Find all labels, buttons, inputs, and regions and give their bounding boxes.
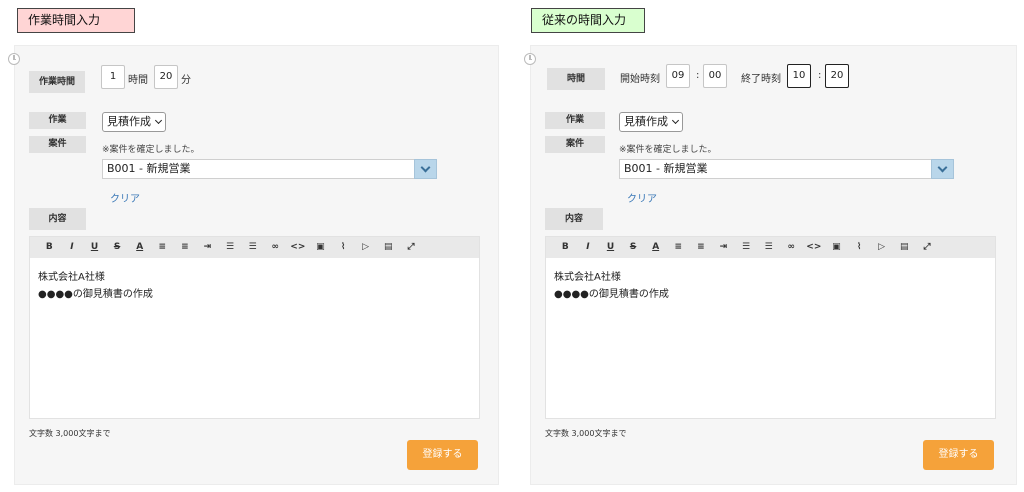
start-hour-input[interactable]: 09 xyxy=(666,64,690,88)
content-line: 株式会社A社様 xyxy=(38,272,105,283)
content-label: 内容 xyxy=(545,208,603,230)
bullet-list-icon[interactable]: ☰ xyxy=(219,237,242,258)
bullet-list-icon[interactable]: ☰ xyxy=(735,237,758,258)
italic-icon[interactable]: I xyxy=(61,237,84,258)
time-label: 時間 xyxy=(547,68,605,90)
align-left-icon[interactable]: ≡ xyxy=(667,237,690,258)
align-left-icon[interactable]: ≡ xyxy=(151,237,174,258)
chevron-down-icon[interactable] xyxy=(414,159,437,179)
underline-icon[interactable]: U xyxy=(599,237,622,258)
italic-icon[interactable]: I xyxy=(577,237,600,258)
left-panel: 作業時間 1 時間 20 分 作業 見積作成 案件 ※案件を確定しました。 B0… xyxy=(8,45,499,485)
content-editor[interactable]: B I U S A ≡ ≡ ⇥ ☰ ☰ ∞ <> ▣ ⌇ ▷ ▤ ⤢ 株式会社A社様 ●●●●の御見積書の作成 xyxy=(29,236,480,419)
chevron-down-icon xyxy=(154,116,163,125)
work-select[interactable]: 見積作成 xyxy=(102,112,166,132)
content-line: ●●●●の御見積書の作成 xyxy=(554,289,669,300)
attachment-icon[interactable]: ⌇ xyxy=(332,237,355,258)
document-icon[interactable]: ▤ xyxy=(893,237,916,258)
underline-icon[interactable]: U xyxy=(83,237,106,258)
work-time-label: 作業時間 xyxy=(29,71,85,93)
right-panel: 時間 開始時刻 09 : 00 終了時刻 10 : 20 作業 見積作成 案件 … xyxy=(524,45,1017,485)
strikethrough-icon[interactable]: S xyxy=(106,237,129,258)
case-note: ※案件を確定しました。 xyxy=(102,145,200,155)
case-combobox[interactable]: B001 - 新規営業 xyxy=(619,159,954,179)
minutes-unit: 分 xyxy=(181,75,191,86)
minutes-input[interactable]: 20 xyxy=(154,65,178,89)
left-caption: 作業時間入力 xyxy=(17,8,135,33)
start-time-label: 開始時刻 xyxy=(620,74,660,85)
case-label: 案件 xyxy=(29,136,86,153)
indent-icon[interactable]: ⇥ xyxy=(712,237,735,258)
editor-toolbar: B I U S A ≡ ≡ ⇥ ☰ ☰ ∞ <> ▣ ⌇ ▷ ▤ ⤢ xyxy=(30,237,479,258)
work-select-value: 見積作成 xyxy=(624,115,668,128)
case-note: ※案件を確定しました。 xyxy=(619,145,717,155)
chevron-down-icon xyxy=(671,116,680,125)
chevron-down-icon[interactable] xyxy=(931,159,954,179)
end-colon: : xyxy=(818,70,822,81)
indent-icon[interactable]: ⇥ xyxy=(196,237,219,258)
fullscreen-icon[interactable]: ⤢ xyxy=(916,237,939,258)
numbered-list-icon[interactable]: ☰ xyxy=(241,237,264,258)
clock-icon xyxy=(524,53,536,65)
case-value: B001 - 新規営業 xyxy=(624,162,708,175)
strikethrough-icon[interactable]: S xyxy=(622,237,645,258)
video-icon[interactable]: ▷ xyxy=(870,237,893,258)
link-icon[interactable]: ∞ xyxy=(264,237,287,258)
char-counter: 文字数 3,000文字まで xyxy=(29,429,111,438)
image-icon[interactable]: ▣ xyxy=(825,237,848,258)
code-icon[interactable]: <> xyxy=(803,237,826,258)
end-minute-input[interactable]: 20 xyxy=(825,64,849,88)
content-line: 株式会社A社様 xyxy=(554,272,621,283)
hours-unit: 時間 xyxy=(128,75,148,86)
content-editor[interactable]: B I U S A ≡ ≡ ⇥ ☰ ☰ ∞ <> ▣ ⌇ ▷ ▤ ⤢ 株式会社A社様 ●●●●の御見積書の作成 xyxy=(545,236,996,419)
document-icon[interactable]: ▤ xyxy=(377,237,400,258)
end-time-label: 終了時刻 xyxy=(741,74,781,85)
video-icon[interactable]: ▷ xyxy=(354,237,377,258)
clear-link[interactable]: クリア xyxy=(110,190,140,205)
hours-input[interactable]: 1 xyxy=(101,65,125,89)
end-hour-input[interactable]: 10 xyxy=(787,64,811,88)
char-counter: 文字数 3,000文字まで xyxy=(545,429,627,438)
clear-link[interactable]: クリア xyxy=(627,190,657,205)
case-combobox[interactable]: B001 - 新規営業 xyxy=(102,159,437,179)
case-label: 案件 xyxy=(545,136,605,153)
fullscreen-icon[interactable]: ⤢ xyxy=(400,237,423,258)
editor-content[interactable]: 株式会社A社様 ●●●●の御見積書の作成 xyxy=(554,269,669,303)
text-color-icon[interactable]: A xyxy=(128,237,151,258)
numbered-list-icon[interactable]: ☰ xyxy=(757,237,780,258)
bold-icon[interactable]: B xyxy=(554,237,577,258)
align-right-icon[interactable]: ≡ xyxy=(174,237,197,258)
work-label: 作業 xyxy=(29,112,86,129)
editor-content[interactable]: 株式会社A社様 ●●●●の御見積書の作成 xyxy=(38,269,153,303)
start-colon: : xyxy=(696,70,700,81)
work-select-value: 見積作成 xyxy=(107,115,151,128)
right-caption: 従来の時間入力 xyxy=(531,8,645,33)
bold-icon[interactable]: B xyxy=(38,237,61,258)
work-select[interactable]: 見積作成 xyxy=(619,112,683,132)
editor-toolbar: B I U S A ≡ ≡ ⇥ ☰ ☰ ∞ <> ▣ ⌇ ▷ ▤ ⤢ xyxy=(546,237,995,258)
text-color-icon[interactable]: A xyxy=(644,237,667,258)
clock-icon xyxy=(8,53,20,65)
align-right-icon[interactable]: ≡ xyxy=(690,237,713,258)
case-value: B001 - 新規営業 xyxy=(107,162,191,175)
image-icon[interactable]: ▣ xyxy=(309,237,332,258)
attachment-icon[interactable]: ⌇ xyxy=(848,237,871,258)
work-label: 作業 xyxy=(545,112,605,129)
submit-button[interactable]: 登録する xyxy=(923,440,994,470)
submit-button[interactable]: 登録する xyxy=(407,440,478,470)
code-icon[interactable]: <> xyxy=(287,237,310,258)
start-minute-input[interactable]: 00 xyxy=(703,64,727,88)
content-line: ●●●●の御見積書の作成 xyxy=(38,289,153,300)
link-icon[interactable]: ∞ xyxy=(780,237,803,258)
content-label: 内容 xyxy=(29,208,86,230)
